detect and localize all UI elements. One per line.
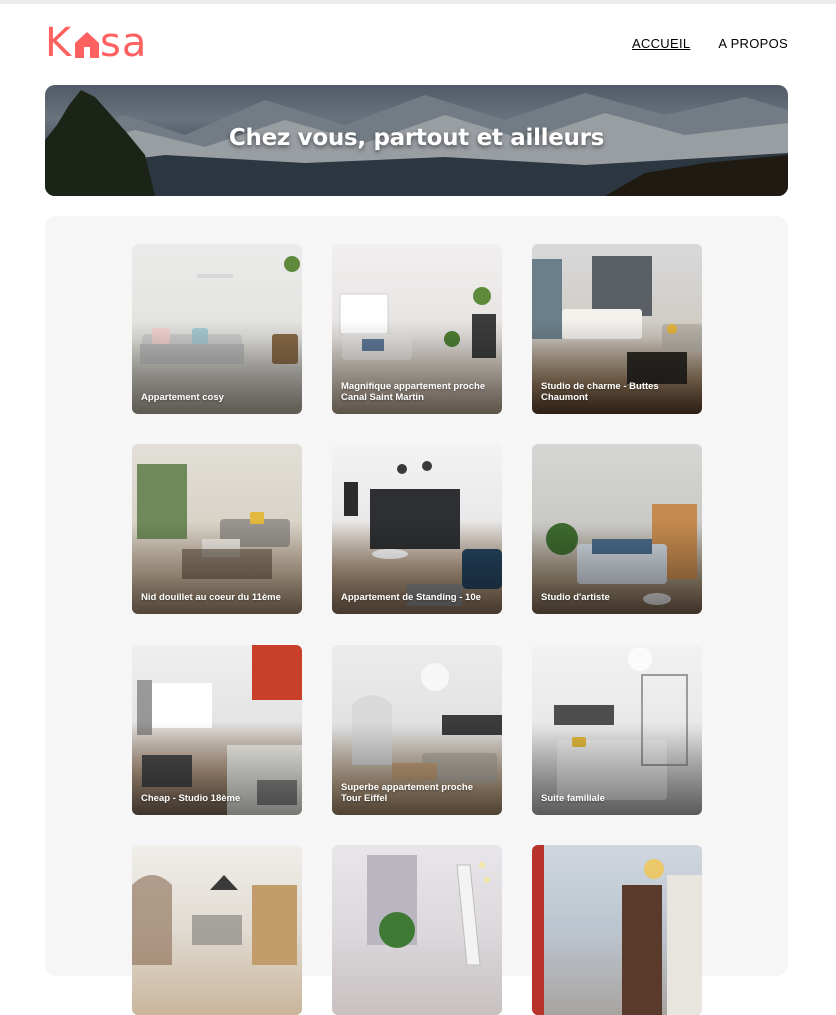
listing-card[interactable]: Appartement cosy [132, 244, 302, 414]
listing-title: Appartement de Standing - 10e [341, 592, 481, 603]
listing-photo [332, 845, 502, 1015]
listing-card[interactable]: Cheap - Studio 18ème [132, 645, 302, 815]
listing-title: Appartement cosy [141, 392, 224, 403]
card-shade [132, 244, 302, 414]
nav-link-a-propos[interactable]: A PROPOS [718, 36, 788, 51]
hero-banner: Chez vous, partout et ailleurs [45, 85, 788, 196]
listing-title: Cheap - Studio 18ème [141, 793, 241, 804]
listing-card[interactable]: Magnifique appartement proche Canal Sain… [332, 244, 502, 414]
card-shade [532, 444, 702, 614]
listing-card[interactable]: Nid douillet au coeur du 11ème [132, 444, 302, 614]
listing-photo [132, 845, 302, 1015]
main-nav: ACCUEIL A PROPOS [632, 36, 788, 51]
house-icon [75, 32, 99, 58]
nav-link-accueil[interactable]: ACCUEIL [632, 36, 690, 51]
card-shade [132, 444, 302, 614]
listing-title: Magnifique appartement proche Canal Sain… [341, 381, 486, 403]
top-bar [0, 0, 836, 4]
listing-card[interactable]: Appartement de Standing - 10e [332, 444, 502, 614]
logo-letters-sa: sa [100, 20, 148, 66]
listings-gallery: Appartement cosy Magnifique appartement … [45, 216, 788, 1015]
listing-card[interactable]: Superbe appartement proche Tour Eiffel [332, 645, 502, 815]
listing-card[interactable] [332, 845, 502, 1015]
listing-photo [532, 845, 702, 1015]
logo-letter-k: K [45, 20, 73, 66]
listing-title: Suite familiale [541, 793, 605, 804]
listing-card[interactable]: Suite familiale [532, 645, 702, 815]
listing-card[interactable]: Studio de charme - Buttes Chaumont [532, 244, 702, 414]
banner-title: Chez vous, partout et ailleurs [228, 125, 605, 151]
listing-title: Superbe appartement proche Tour Eiffel [341, 782, 473, 804]
listing-card[interactable] [132, 845, 302, 1015]
listing-title: Studio d'artiste [541, 592, 610, 603]
kasa-logo[interactable]: K sa [45, 23, 155, 63]
card-shade [132, 645, 302, 815]
listing-card[interactable] [532, 845, 702, 1015]
listing-title: Studio de charme - Buttes Chaumont [541, 381, 659, 403]
card-shade [332, 444, 502, 614]
listing-title: Nid douillet au coeur du 11ème [141, 592, 281, 603]
listing-card[interactable]: Studio d'artiste [532, 444, 702, 614]
card-shade [532, 645, 702, 815]
